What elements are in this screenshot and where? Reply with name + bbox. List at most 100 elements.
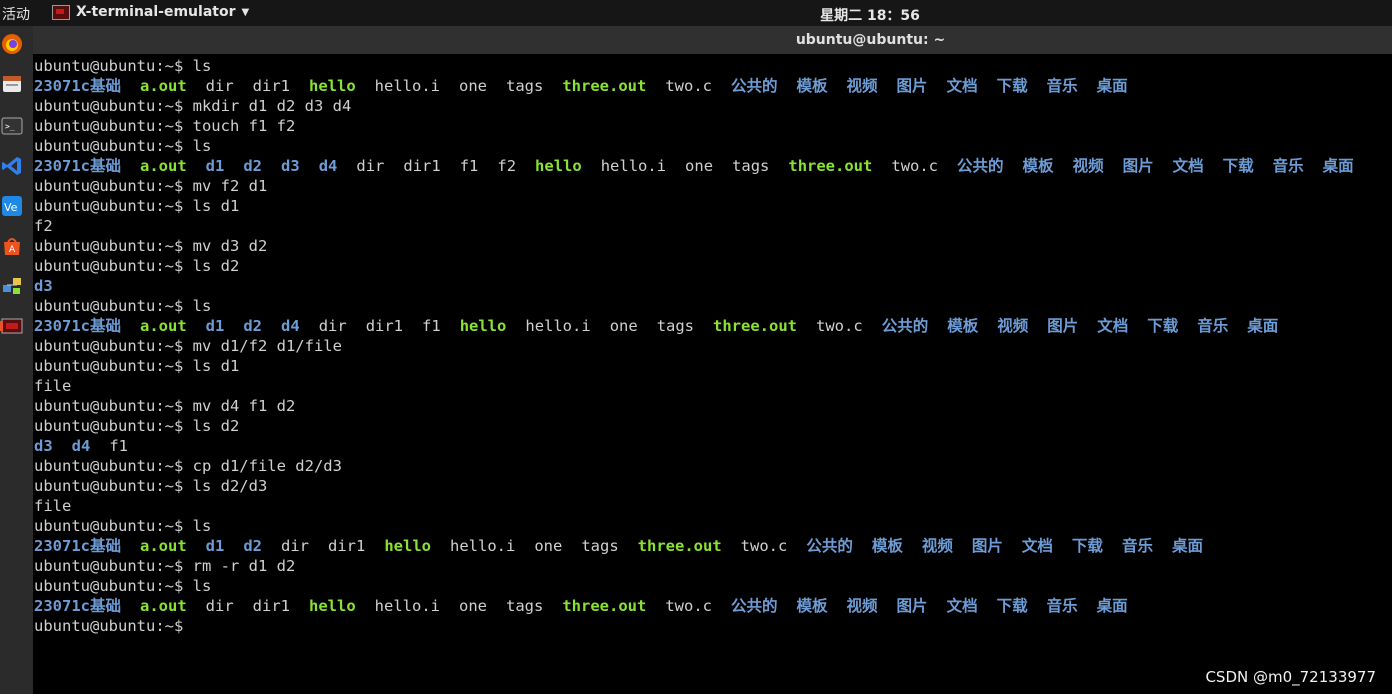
directory-entry: 23071c基础 [34,537,121,555]
directory-entry: 模板 [796,597,828,615]
directory-entry: 图片 [896,77,928,95]
directory-entry: d4 [281,317,300,335]
directory-entry: 文档 [946,597,978,615]
executable-entry: three.out [637,537,722,555]
terminal-text: hello.i [600,157,667,175]
executable-entry: a.out [140,597,187,615]
terminal-text: ubuntu@ubuntu:~$ ls [34,297,212,315]
firefox-icon[interactable] [0,32,24,56]
directory-entry: d1 [205,157,225,175]
terminal-text: tags [581,537,619,555]
terminal-text: ubuntu@ubuntu:~$ [34,617,193,635]
terminal-text: two.c [816,317,863,335]
executable-entry: hello [309,597,356,615]
top-bar: 活动 X-terminal-emulator ▼ 星期二 18：56 [0,0,1392,26]
terminal-text: dir1 [328,537,366,555]
svg-text:>_: >_ [5,122,15,131]
svg-text:Ve: Ve [4,201,18,214]
directory-entry: d2 [243,317,263,335]
directory-entry: 桌面 [1096,597,1128,615]
terminal-line: f2 [33,216,1392,236]
directory-entry: 视频 [846,597,878,615]
directory-entry: 文档 [1097,317,1129,335]
directory-entry: 音乐 [1197,317,1229,335]
terminal-text: file [34,497,72,515]
terminal-text: hello.i [525,317,591,335]
executable-entry: three.out [713,317,798,335]
terminal-line: ubuntu@ubuntu:~$ ls d1 [33,196,1392,216]
terminal-text: hello.i [374,597,440,615]
terminal-text: dir [318,317,347,335]
files-icon[interactable] [0,72,24,96]
terminal-line: d3 d4 f1 [33,436,1392,456]
terminal-text: ubuntu@ubuntu:~$ ls d2 [34,257,240,275]
terminal-line: ubuntu@ubuntu:~$ mv d4 f1 d2 [33,396,1392,416]
terminal-line: 23071c基础 a.out d1 d2 d4 dir dir1 f1 hello hello.i… [33,316,1392,336]
terminal-text: one [534,537,563,555]
executable-entry: hello [535,157,582,175]
directory-entry: 桌面 [1096,77,1128,95]
directory-entry: 桌面 [1322,157,1354,175]
terminal-text: two.c [891,157,939,175]
terminal-text: ubuntu@ubuntu:~$ ls [34,517,212,535]
directory-entry: 23071c基础 [34,77,121,95]
directory-entry: 23071c基础 [34,597,121,615]
terminal-text: ubuntu@ubuntu:~$ ls d2/d3 [34,477,268,495]
directory-entry: 桌面 [1171,537,1203,555]
vmware-icon[interactable]: Ve [0,194,24,218]
terminal-text: two.c [740,537,788,555]
terminal-text: one [459,597,487,615]
executable-entry: hello [459,317,507,335]
terminal-text: ubuntu@ubuntu:~$ mkdir d1 d2 d3 d4 [34,97,352,115]
executable-entry: a.out [140,537,187,555]
terminal-text: ubuntu@ubuntu:~$ mv d4 f1 d2 [34,397,296,415]
watermark: CSDN @m0_72133977 [1205,668,1376,686]
terminal-text: ubuntu@ubuntu:~$ ls [34,577,212,595]
terminal-line: ubuntu@ubuntu:~$ mkdir d1 d2 d3 d4 [33,96,1392,116]
directory-entry: d3 [34,437,53,455]
software-center-icon[interactable]: A [0,234,24,258]
directory-entry: 文档 [946,77,978,95]
terminal-text: one [459,77,487,95]
network-icon[interactable] [0,274,24,298]
terminal-text: one [685,157,714,175]
directory-entry: 文档 [1021,537,1053,555]
directory-entry: 下载 [1222,157,1254,175]
directory-entry: 公共的 [881,317,929,335]
terminal-text: ubuntu@ubuntu:~$ ls d1 [34,197,240,215]
terminal-line: ubuntu@ubuntu:~$ rm -r d1 d2 [33,556,1392,576]
directory-entry: 音乐 [1272,157,1304,175]
directory-entry: 桌面 [1247,317,1279,335]
window-titlebar[interactable]: ubuntu@ubuntu: ~ [33,26,1392,54]
terminal-line: ubuntu@ubuntu:~$ ls [33,516,1392,536]
terminal-text: f2 [34,217,53,235]
terminal-text: ubuntu@ubuntu:~$ mv d3 d2 [34,237,268,255]
terminal-line: d3 [33,276,1392,296]
terminal-output[interactable]: ubuntu@ubuntu:~$ ls 23071c基础 a.out dir dir1 h… [33,54,1392,694]
window-title: ubuntu@ubuntu: ~ [795,32,946,48]
terminal-text: dir1 [365,317,404,335]
terminal-text: ubuntu@ubuntu:~$ cp d1/file d2/d3 [34,457,342,475]
terminal-text: f2 [497,157,517,175]
clock[interactable]: 星期二 18：56 [0,5,1392,25]
directory-entry: 视频 [921,537,953,555]
directory-entry: 音乐 [1046,597,1078,615]
terminal-icon[interactable]: >_ [0,114,24,138]
vscode-icon[interactable] [0,154,24,178]
terminal-text: ubuntu@ubuntu:~$ ls d2 [34,417,240,435]
executable-entry: hello [309,77,356,95]
terminal-line: ubuntu@ubuntu:~$ ls [33,296,1392,316]
terminal-text: ubuntu@ubuntu:~$ ls d1 [34,357,240,375]
directory-entry: 视频 [846,77,878,95]
terminal-text: ubuntu@ubuntu:~$ touch f1 f2 [34,117,296,135]
directory-entry: 图片 [971,537,1003,555]
svg-text:A: A [9,245,16,255]
directory-entry: 模板 [871,537,903,555]
terminal-text: two.c [665,77,712,95]
terminal-text: dir1 [403,157,441,175]
directory-entry: d2 [243,537,263,555]
terminal-text: dir1 [252,597,290,615]
terminal-text: ubuntu@ubuntu:~$ ls [34,57,212,75]
xterm-icon[interactable] [0,314,24,338]
directory-entry: d2 [243,157,263,175]
